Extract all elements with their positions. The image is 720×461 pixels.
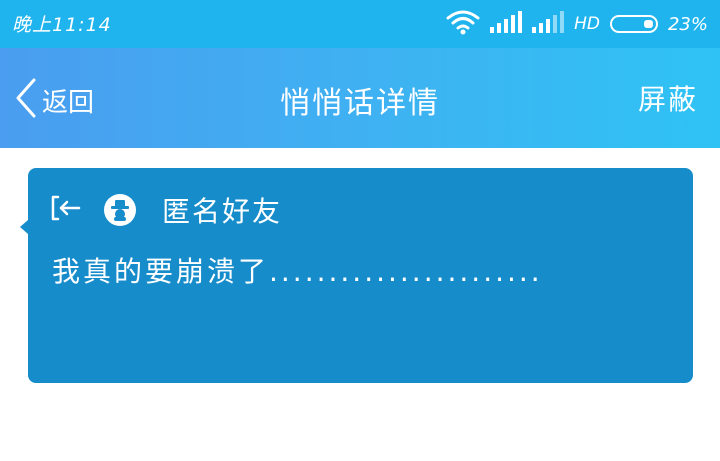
status-bar: 晚上11:14 HD 23%: [0, 0, 720, 48]
status-icons: HD 23%: [446, 10, 708, 38]
exit-icon[interactable]: [50, 194, 82, 226]
sender-name: 匿名好友: [162, 195, 283, 228]
anonymous-avatar-icon: [104, 194, 136, 226]
card-pointer: [20, 220, 28, 234]
block-button[interactable]: 屏蔽: [638, 78, 698, 118]
battery-percent: 23%: [667, 13, 708, 35]
status-time: 晚上11:14: [12, 14, 112, 36]
page-title: 悄悄话详情: [280, 86, 440, 121]
nav-header: 返回 悄悄话详情 屏蔽: [0, 48, 720, 148]
message-header: 匿名好友: [50, 190, 282, 230]
message-text: 我真的要崩溃了.......................: [52, 255, 543, 288]
signal-icon-2: [532, 11, 565, 37]
signal-icon: [490, 11, 523, 37]
message-card[interactable]: 匿名好友 我真的要崩溃了.......................: [20, 168, 693, 383]
battery-icon: [609, 15, 658, 33]
wifi-icon: [446, 9, 480, 39]
network-type-label: HD: [574, 14, 600, 34]
